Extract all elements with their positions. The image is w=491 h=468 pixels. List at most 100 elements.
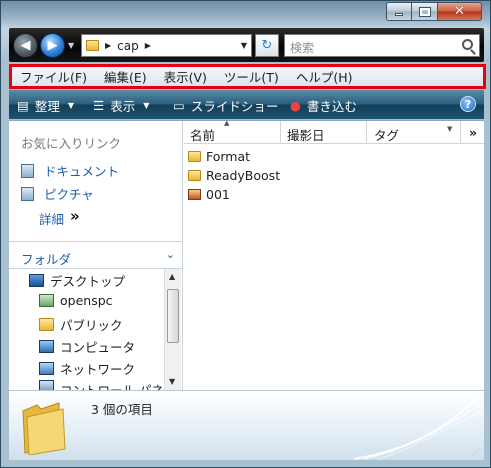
column-dropdown-icon[interactable]: ▼ — [447, 125, 452, 133]
column-headers: ▲ 名前 撮影日 タグ ▼ » — [184, 119, 484, 144]
back-arrow-icon: ◀ — [20, 38, 31, 53]
tree-item-network[interactable]: ネットワーク — [39, 359, 135, 378]
large-folder-icon — [22, 402, 66, 455]
scrollbar-thumb[interactable] — [167, 289, 179, 343]
slideshow-icon: ▭ — [173, 98, 185, 113]
breadcrumb-chevron-icon[interactable]: ▶ — [105, 41, 111, 50]
file-item-001[interactable]: 001 — [188, 185, 230, 203]
help-icon: ? — [464, 97, 472, 111]
burn-label: 書き込む — [306, 99, 357, 114]
folder-icon — [188, 150, 201, 162]
file-item-readyboost[interactable]: ReadyBoost — [188, 166, 280, 184]
slideshow-button[interactable]: ▭ スライドショー — [173, 96, 278, 115]
navigation-pane: お気に入りリンク ドキュメント ピクチャ 詳細 » フォルダ ⌄ デスクトップ — [9, 121, 183, 391]
address-bar[interactable]: ▶ cap ▶ ▼ — [81, 34, 252, 57]
folder-icon — [86, 40, 99, 51]
help-button[interactable]: ? — [460, 96, 476, 112]
folders-label: フォルダ — [21, 252, 72, 267]
folder-icon — [188, 169, 201, 181]
refresh-icon: ↻ — [261, 38, 273, 53]
folders-header[interactable]: フォルダ ⌄ — [9, 241, 183, 269]
search-placeholder: 検索 — [290, 41, 315, 55]
file-list: ▲ 名前 撮影日 タグ ▼ » Format ReadyBoost 001 — [184, 119, 484, 391]
tree-item-desktop[interactable]: デスクトップ — [29, 271, 125, 290]
recent-pages-dropdown[interactable]: ▼ — [68, 41, 74, 50]
dropdown-icon: ▼ — [67, 101, 74, 110]
burn-button[interactable]: ● 書き込む — [290, 96, 357, 115]
desktop-icon — [29, 274, 44, 287]
column-divider[interactable] — [280, 121, 281, 144]
image-file-icon — [188, 188, 201, 200]
explorer-window: ✕ ◀ ▶ ▼ ▶ cap ▶ ▼ ↻ 検索 ファイル(F) 編集(E) 表示(… — [0, 0, 491, 468]
column-tags[interactable]: タグ — [374, 125, 399, 144]
maximize-button[interactable] — [412, 2, 438, 21]
address-dropdown-icon[interactable]: ▼ — [241, 41, 247, 50]
resize-grip-icon[interactable]: ⋰ — [472, 448, 482, 458]
column-date-taken[interactable]: 撮影日 — [287, 125, 325, 144]
favorite-links-header: お気に入りリンク — [21, 136, 122, 151]
back-button[interactable]: ◀ — [13, 33, 38, 58]
favorite-pictures[interactable]: ピクチャ — [21, 184, 94, 203]
column-divider[interactable] — [366, 121, 367, 144]
menu-help[interactable]: ヘルプ(H) — [296, 67, 353, 86]
column-divider[interactable] — [460, 121, 461, 144]
tree-item-label: コンピュータ — [60, 340, 136, 355]
decorative-swirl — [353, 395, 484, 460]
tree-item-label: openspc — [60, 293, 113, 308]
favorite-pictures-label: ピクチャ — [44, 187, 94, 202]
double-chevron-icon[interactable]: » — [70, 207, 80, 225]
item-count: 3 個の項目 — [91, 402, 153, 417]
command-bar: ▤ 整理 ▼ ☰ 表示 ▼ ▭ スライドショー ● 書き込む ? — [9, 90, 484, 119]
menu-tools[interactable]: ツール(T) — [224, 67, 279, 86]
file-name: 001 — [206, 186, 230, 202]
menu-file[interactable]: ファイル(F) — [20, 67, 87, 86]
minimize-icon — [395, 13, 403, 16]
content-area: お気に入りリンク ドキュメント ピクチャ 詳細 » フォルダ ⌄ デスクトップ — [9, 119, 484, 391]
file-name: ReadyBoost — [206, 167, 281, 183]
user-folder-icon — [39, 294, 54, 307]
search-icon[interactable] — [462, 39, 473, 50]
tree-item-label: デスクトップ — [50, 274, 126, 289]
favorite-documents-label: ドキュメント — [44, 164, 120, 179]
forward-button[interactable]: ▶ — [40, 33, 65, 58]
search-input[interactable]: 検索 — [284, 34, 480, 57]
documents-icon — [21, 163, 34, 178]
maximize-icon — [418, 6, 431, 17]
tree-item-openspc[interactable]: openspc — [39, 293, 113, 308]
tree-scrollbar[interactable]: ▲ ▼ — [164, 269, 181, 391]
menu-edit[interactable]: 編集(E) — [104, 67, 147, 86]
favorite-documents[interactable]: ドキュメント — [21, 161, 119, 180]
minimize-button[interactable] — [386, 2, 412, 21]
view-button[interactable]: ☰ 表示 ▼ — [93, 96, 149, 115]
tree-item-label: パブリック — [60, 318, 123, 333]
chevron-down-icon[interactable]: ⌄ — [166, 248, 175, 261]
close-button[interactable]: ✕ — [438, 2, 482, 21]
refresh-button[interactable]: ↻ — [255, 34, 279, 57]
views-icon: ☰ — [93, 98, 105, 113]
menu-bar: ファイル(F) 編集(E) 表示(V) ツール(T) ヘルプ(H) — [9, 64, 486, 89]
organize-label: 整理 — [34, 99, 60, 114]
scroll-down-icon[interactable]: ▼ — [169, 377, 175, 386]
tree-item-label: ネットワーク — [60, 362, 136, 377]
more-links[interactable]: 詳細 — [39, 209, 64, 228]
forward-arrow-icon: ▶ — [47, 38, 58, 53]
menu-view[interactable]: 表示(V) — [164, 67, 207, 86]
scroll-up-icon[interactable]: ▲ — [169, 272, 175, 281]
more-columns-icon[interactable]: » — [469, 125, 477, 140]
tree-item-public[interactable]: パブリック — [39, 315, 123, 334]
organize-icon: ▤ — [17, 98, 29, 113]
breadcrumb-chevron-icon[interactable]: ▶ — [145, 41, 151, 50]
pictures-icon — [21, 186, 34, 201]
burn-disc-icon: ● — [290, 98, 301, 113]
slideshow-label: スライドショー — [190, 99, 279, 114]
details-pane: 3 個の項目 ⋰ — [9, 390, 484, 460]
breadcrumb-cap[interactable]: cap — [117, 39, 139, 53]
tree-item-computer[interactable]: コンピュータ — [39, 337, 135, 356]
column-name[interactable]: 名前 — [190, 125, 215, 144]
dropdown-icon: ▼ — [143, 101, 150, 110]
folder-icon — [39, 318, 54, 331]
view-label: 表示 — [110, 99, 136, 114]
close-icon: ✕ — [454, 4, 465, 19]
file-item-format[interactable]: Format — [188, 147, 250, 165]
organize-button[interactable]: ▤ 整理 ▼ — [17, 96, 74, 115]
